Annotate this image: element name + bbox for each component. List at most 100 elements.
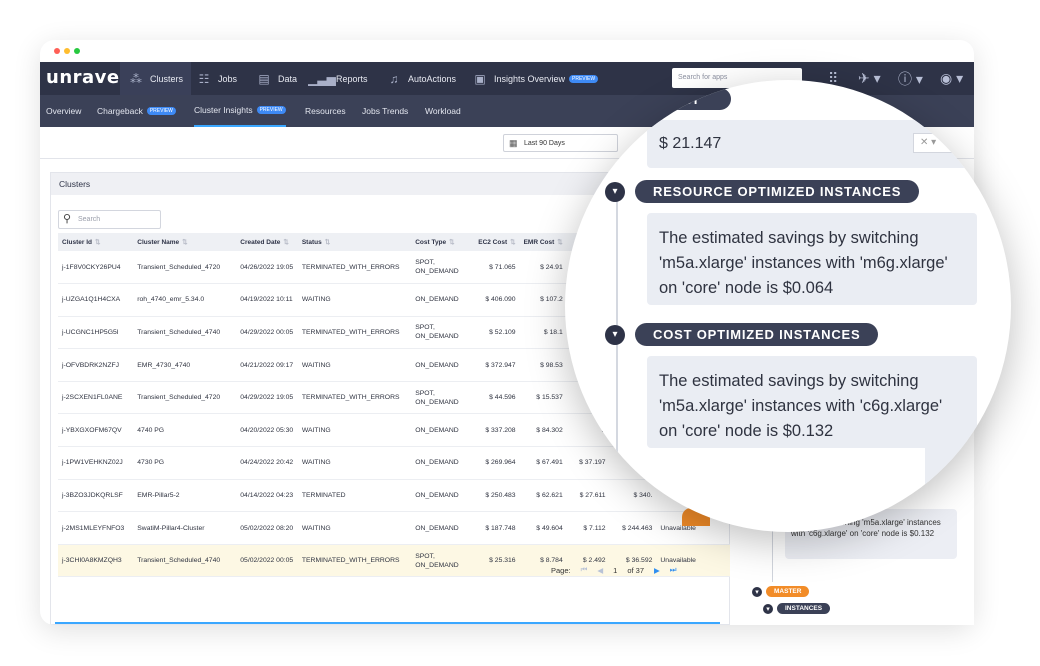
- master-section[interactable]: ▾ MASTER: [752, 586, 810, 597]
- ec2-cost-cell: $ 250.483: [474, 479, 520, 513]
- created-date-cell: 04/26/2022 19:05: [236, 251, 298, 285]
- emr-cost-cell: $ 84.302: [519, 413, 567, 448]
- ec2-cost-cell: $ 372.947: [474, 348, 520, 382]
- nav-autoactions-label: AutoActions: [408, 73, 457, 84]
- chevron-down-icon[interactable]: ▾: [763, 603, 773, 614]
- cluster-id-cell[interactable]: j-3BZO3JDKQRLSF: [58, 479, 134, 513]
- subnav-resources-label: Resources: [305, 106, 346, 116]
- cluster-id-cell[interactable]: j-YBXGXOFM67QV: [58, 413, 134, 448]
- cluster-id-cell[interactable]: j-1PW1VEHKNZ02J: [58, 446, 134, 480]
- subnav-overview-label: Overview: [46, 106, 82, 116]
- first-page-icon[interactable]: ⏮: [581, 565, 588, 575]
- subnav-workload[interactable]: Workload: [425, 95, 461, 127]
- cluster-id-cell[interactable]: j-2SCXEN1FL0ANE: [58, 381, 134, 415]
- created-date-cell: 04/14/2022 04:23: [236, 479, 298, 513]
- cost-optimized-section[interactable]: ▾ COST OPTIMIZED INSTANCES: [605, 323, 879, 346]
- cluster-name-cell: Transient_Scheduled_4720: [133, 251, 237, 285]
- resource-optimized-section[interactable]: ▾ RESOURCE OPTIMIZED INSTANCES: [605, 180, 920, 203]
- preview-badge: PREVIEW: [256, 106, 286, 114]
- cluster-id-cell[interactable]: j-OFVBDRK2NZFJ: [58, 348, 134, 382]
- col-ec2-cost[interactable]: EC2 Cost ⇅: [474, 233, 520, 251]
- created-date-cell: 05/02/2022 08:20: [236, 511, 298, 545]
- prev-page-icon[interactable]: ◀: [597, 566, 603, 575]
- emr-cost-cell: $ 107.2: [519, 283, 567, 317]
- nav-data[interactable]: ▤ Data: [256, 62, 297, 95]
- total-cost-value: $ 21.147: [659, 135, 722, 152]
- cluster-id-cell[interactable]: j-3CHI0A8KMZQH3: [58, 544, 134, 578]
- cost-type-cell: ON_DEMAND: [411, 479, 475, 513]
- cost-type-cell: ON_DEMAND: [411, 283, 475, 317]
- created-date-cell: 04/19/2022 10:11: [236, 283, 298, 317]
- preview-badge: PREVIEW: [146, 107, 176, 115]
- cluster-name-cell: Transient_Scheduled_4740: [133, 316, 237, 350]
- instances-section[interactable]: ▾ INSTANCES: [763, 603, 831, 614]
- col-cost-type[interactable]: Cost Type ⇅: [411, 233, 475, 251]
- timeline-line: [616, 198, 618, 498]
- col-label: Cluster Name: [137, 239, 180, 246]
- cluster-name-cell: EMR_4730_4740: [133, 348, 237, 382]
- scroll-indicator: [55, 622, 720, 624]
- cost-type-cell: ON_DEMAND: [411, 348, 475, 382]
- ec2-cost-cell: $ 71.065: [474, 251, 520, 285]
- subnav-resources[interactable]: Resources: [305, 95, 346, 127]
- cluster-name-cell: EMR-Pillar5-2: [133, 479, 237, 513]
- sort-icon: ⇅: [449, 239, 455, 246]
- minimize-window-dot[interactable]: [64, 48, 70, 54]
- data-icon: ▤: [258, 71, 270, 86]
- date-range-label: Last 90 Days: [524, 140, 565, 147]
- resource-optimized-card: The estimated savings by switching 'm5a.…: [647, 213, 977, 305]
- chevron-down-icon[interactable]: ▾: [752, 586, 762, 597]
- cluster-id-cell[interactable]: j-UZGA1Q1H4CXA: [58, 283, 134, 317]
- col-created-date[interactable]: Created Date ⇅: [236, 233, 298, 251]
- ec2-cost-cell: $ 337.208: [474, 413, 520, 448]
- maximize-window-dot[interactable]: [74, 48, 80, 54]
- chevron-down-icon[interactable]: ▾: [605, 181, 625, 202]
- close-window-dot[interactable]: [54, 48, 60, 54]
- subnav-chargeback[interactable]: Chargeback PREVIEW: [97, 95, 176, 127]
- ec2-cost-cell: $ 406.090: [474, 283, 520, 317]
- cost-type-cell: SPOT, ON_DEMAND: [411, 251, 475, 285]
- col-status[interactable]: Status ⇅: [297, 233, 412, 251]
- nav-insights-label: Insights Overview: [494, 73, 566, 84]
- chevron-down-icon[interactable]: ▾: [605, 324, 625, 345]
- nav-clusters[interactable]: ⁂ Clusters: [120, 62, 192, 95]
- emr-cost-cell: $ 18.1: [519, 316, 567, 350]
- created-date-cell: 04/29/2022 19:05: [236, 381, 298, 415]
- ec2-cost-cell: $ 269.964: [474, 446, 520, 480]
- sort-icon: ⇅: [182, 239, 188, 246]
- col-emr-cost[interactable]: EMR Cost ⇅: [519, 233, 567, 251]
- nav-clusters-label: Clusters: [150, 73, 184, 84]
- nav-jobs[interactable]: ☷ Jobs: [196, 62, 237, 95]
- subnav-jobs-trends[interactable]: Jobs Trends: [362, 95, 408, 127]
- unravel-logo[interactable]: unravel: [46, 67, 126, 88]
- nav-reports[interactable]: ▁▃▅ Reports: [308, 62, 367, 95]
- col-label: Created Date: [240, 239, 281, 246]
- subnav-overview[interactable]: Overview: [46, 95, 81, 127]
- next-page-icon[interactable]: ▶: [654, 566, 660, 575]
- col-cluster-id[interactable]: Cluster Id ⇅: [58, 233, 134, 251]
- cluster-name-cell: SwatiM-Pillar4-Cluster: [133, 511, 237, 545]
- created-date-cell: 04/21/2022 09:17: [236, 348, 298, 382]
- cost-type-cell: SPOT, ON_DEMAND: [411, 316, 475, 350]
- cluster-id-cell[interactable]: j-1F8V0CKY26PU4: [58, 251, 134, 285]
- cluster-name-cell: roh_4740_emr_5.34.0: [133, 283, 237, 317]
- cluster-id-cell[interactable]: j-2MS1MLEYFNFO3: [58, 511, 134, 545]
- search-icon: ⚲: [63, 213, 72, 225]
- clusters-search-input[interactable]: ⚲ Search: [58, 210, 161, 229]
- nav-autoactions[interactable]: ♫ AutoActions: [386, 62, 457, 95]
- ec2-cost-cell: $ 187.748: [474, 511, 520, 545]
- last-page-icon[interactable]: ⏭: [670, 565, 677, 575]
- filter-select[interactable]: ✕ ▾: [913, 133, 967, 153]
- pager-label: Page:: [551, 565, 571, 575]
- sort-icon: ⇅: [510, 239, 516, 246]
- cluster-id-cell[interactable]: j-UCGNC1HP5G5I: [58, 316, 134, 350]
- cost-type-cell: ON_DEMAND: [411, 511, 475, 545]
- subnav-cluster-insights[interactable]: Cluster Insights PREVIEW: [194, 95, 286, 127]
- emr-cost-cell: $ 98.53: [519, 348, 567, 382]
- col-cluster-name[interactable]: Cluster Name ⇅: [133, 233, 237, 251]
- emr-cost-cell: $ 49.604: [519, 511, 567, 545]
- created-date-cell: 04/24/2022 20:42: [236, 446, 298, 480]
- pager-current[interactable]: 1: [613, 566, 617, 575]
- status-cell: WAITING: [297, 446, 412, 480]
- clusters-search-placeholder: Search: [78, 216, 101, 223]
